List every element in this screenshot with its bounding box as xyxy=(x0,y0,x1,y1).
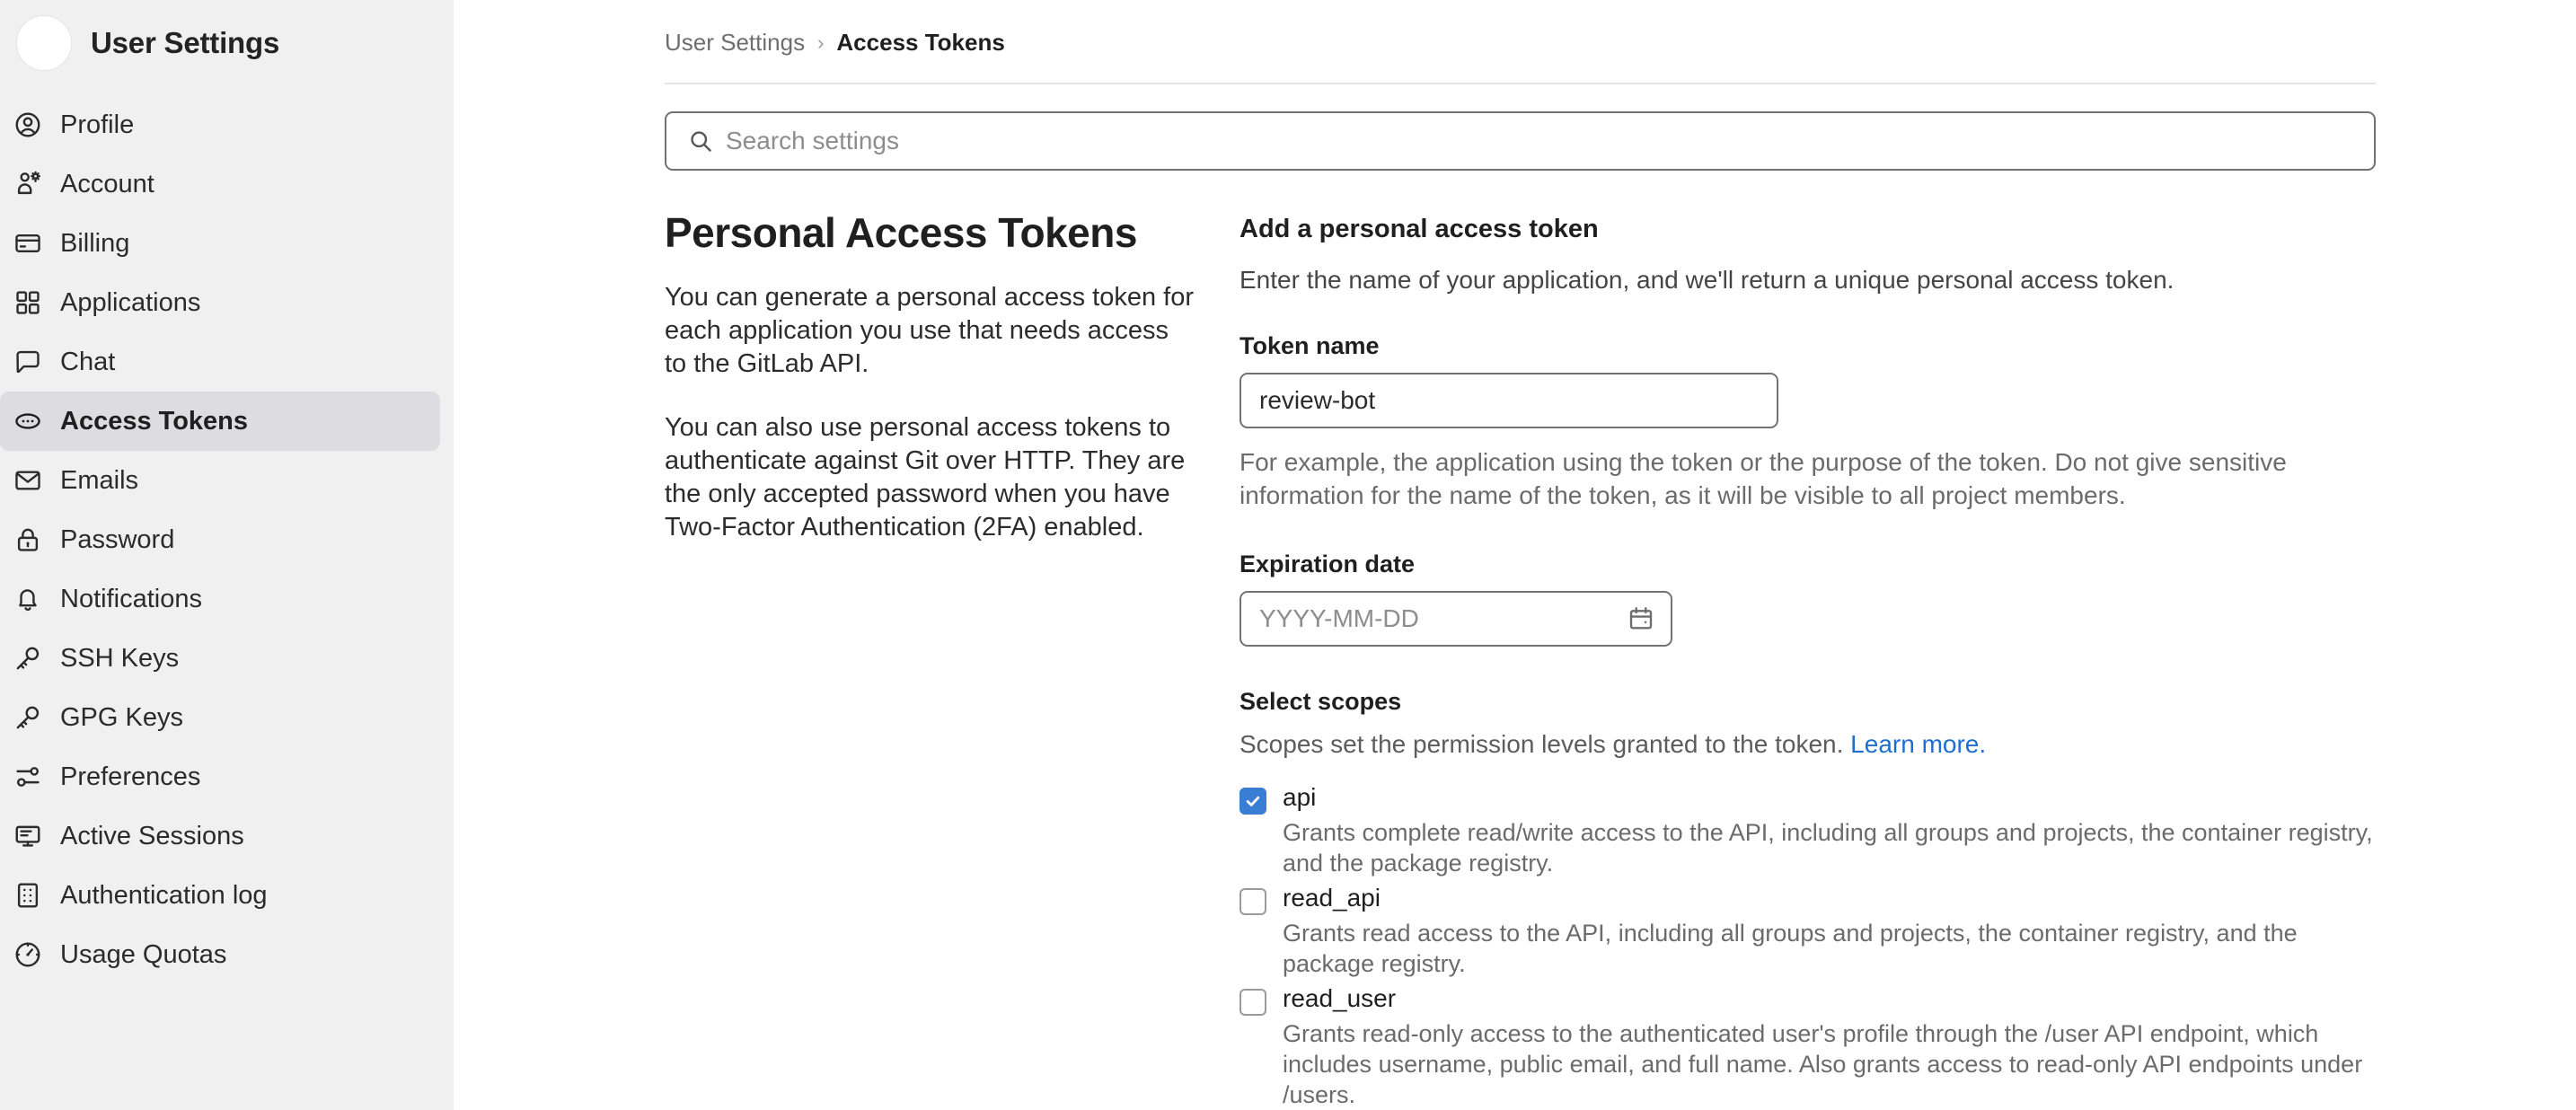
sidebar-item-label: Billing xyxy=(60,228,130,258)
scope-name[interactable]: read_api xyxy=(1283,883,2376,913)
expiration-date-label: Expiration date xyxy=(1239,550,1416,577)
sidebar-item-gpg-keys[interactable]: GPG Keys xyxy=(0,688,440,747)
breadcrumb-current: Access Tokens xyxy=(836,29,1005,56)
sidebar-item-label: Profile xyxy=(60,110,135,139)
sidebar-item-label: Notifications xyxy=(60,584,202,613)
scope-body: api Grants complete read/write access to … xyxy=(1283,782,2376,878)
lock-icon xyxy=(11,525,45,554)
sidebar-item-preferences[interactable]: Preferences xyxy=(0,747,440,806)
chevron-right-icon: › xyxy=(817,31,825,54)
expiration-date-field[interactable] xyxy=(1239,590,1672,647)
scope-checkbox-api[interactable] xyxy=(1239,787,1266,815)
sidebar-item-label: GPG Keys xyxy=(60,702,183,732)
scope-checkbox-read_user[interactable] xyxy=(1239,989,1266,1017)
scope-body: read_api Grants read access to the API, i… xyxy=(1283,883,2376,979)
scope-name[interactable]: read_user xyxy=(1283,983,2376,1014)
scope-description: Grants complete read/write access to the… xyxy=(1283,818,2373,877)
select-scopes-title: Select scopes xyxy=(1239,687,1402,715)
sidebar-item-active-sessions[interactable]: Active Sessions xyxy=(0,806,440,866)
intro-column: Personal Access Tokens You can generate … xyxy=(665,210,1239,1110)
envelope-icon xyxy=(11,466,45,495)
search-settings-field[interactable] xyxy=(665,111,2376,171)
account-icon xyxy=(11,170,45,198)
content-columns: Personal Access Tokens You can generate … xyxy=(665,210,2376,1110)
sidebar-title: User Settings xyxy=(91,26,280,59)
user-settings-page: User Settings Profile Account Billing Appli… xyxy=(0,0,2576,1110)
sidebar-item-password[interactable]: Password xyxy=(0,510,440,569)
sidebar-item-label: Access Tokens xyxy=(60,406,249,436)
sidebar-item-ssh-keys[interactable]: SSH Keys xyxy=(0,629,440,688)
header-divider xyxy=(665,83,2376,84)
sidebar-item-label: Emails xyxy=(60,465,139,495)
token-name-help: For example, the application using the t… xyxy=(1239,448,2287,509)
token-form-column: Add a personal access token Enter the na… xyxy=(1239,210,2376,1110)
sidebar-item-chat[interactable]: Chat xyxy=(0,332,440,392)
intro-paragraph-2: You can also use personal access tokens … xyxy=(665,412,1186,542)
learn-more-link[interactable]: Learn more. xyxy=(1850,730,1986,758)
sidebar-item-applications[interactable]: Applications xyxy=(0,273,440,332)
bell-icon xyxy=(11,585,45,613)
sidebar-nav: Profile Account Billing Applications Chat Acc… xyxy=(0,95,454,984)
sidebar-item-label: Usage Quotas xyxy=(60,939,227,969)
scope-list: api Grants complete read/write access to … xyxy=(1239,782,2376,1110)
credit-card-icon xyxy=(11,229,45,258)
sidebar-item-billing[interactable]: Billing xyxy=(0,214,440,273)
sidebar-item-usage-quotas[interactable]: Usage Quotas xyxy=(0,925,440,984)
main-content: User Settings › Access Tokens Personal A… xyxy=(454,0,2576,1110)
log-list-icon xyxy=(11,881,45,910)
monitor-icon xyxy=(11,822,45,850)
scope-description: Grants read-only access to the authentic… xyxy=(1283,1019,2363,1109)
scope-item: api Grants complete read/write access to … xyxy=(1239,782,2376,878)
scope-item: read_user Grants read-only access to the … xyxy=(1239,983,2376,1110)
avatar[interactable] xyxy=(16,15,72,71)
page-title: Personal Access Tokens xyxy=(665,209,1137,256)
breadcrumb-parent[interactable]: User Settings xyxy=(665,29,805,57)
sidebar-item-authentication-log[interactable]: Authentication log xyxy=(0,866,440,925)
scope-body: read_user Grants read-only access to the … xyxy=(1283,983,2376,1110)
token-icon xyxy=(11,407,45,436)
scope-name[interactable]: api xyxy=(1283,782,2376,813)
sidebar-item-account[interactable]: Account xyxy=(0,154,440,214)
scopes-subtitle-text: Scopes set the permission levels granted… xyxy=(1239,729,1844,758)
sidebar-item-label: Applications xyxy=(60,287,201,317)
key-icon xyxy=(11,644,45,673)
search-icon xyxy=(688,128,713,154)
sidebar-header: User Settings xyxy=(0,0,454,86)
profile-icon xyxy=(11,110,45,139)
sidebar-item-emails[interactable]: Emails xyxy=(0,451,440,510)
expiration-date-input[interactable] xyxy=(1259,603,1620,633)
token-name-input[interactable] xyxy=(1239,373,1778,428)
token-name-label: Token name xyxy=(1239,332,1380,359)
select-scopes-subtitle: Scopes set the permission levels granted… xyxy=(1239,730,2376,759)
scope-checkbox-read_api[interactable] xyxy=(1239,888,1266,916)
sidebar-item-access-tokens[interactable]: Access Tokens xyxy=(0,392,440,451)
intro-paragraph-1: You can generate a personal access token… xyxy=(665,282,1194,378)
sidebar: User Settings Profile Account Billing Appli… xyxy=(0,0,454,1110)
form-title: Add a personal access token xyxy=(1239,215,1599,243)
key-icon xyxy=(11,703,45,732)
sidebar-item-label: Account xyxy=(60,169,154,198)
chat-bubble-icon xyxy=(11,348,45,376)
scope-description: Grants read access to the API, including… xyxy=(1283,919,2298,977)
gauge-icon xyxy=(11,940,45,969)
sidebar-item-label: SSH Keys xyxy=(60,643,180,673)
sidebar-item-label: Preferences xyxy=(60,762,201,791)
search-input[interactable] xyxy=(726,127,2352,155)
calendar-icon[interactable] xyxy=(1628,605,1654,632)
sidebar-item-label: Active Sessions xyxy=(60,821,244,850)
sidebar-item-profile[interactable]: Profile xyxy=(0,95,440,154)
breadcrumb: User Settings › Access Tokens xyxy=(665,0,2376,57)
scope-item: read_api Grants read access to the API, i… xyxy=(1239,883,2376,979)
sidebar-item-notifications[interactable]: Notifications xyxy=(0,569,440,629)
applications-grid-icon xyxy=(11,288,45,317)
form-subtitle: Enter the name of your application, and … xyxy=(1239,266,2175,294)
sidebar-item-label: Password xyxy=(60,524,175,554)
sliders-icon xyxy=(11,762,45,791)
sidebar-item-label: Authentication log xyxy=(60,880,268,910)
sidebar-item-label: Chat xyxy=(60,347,116,376)
